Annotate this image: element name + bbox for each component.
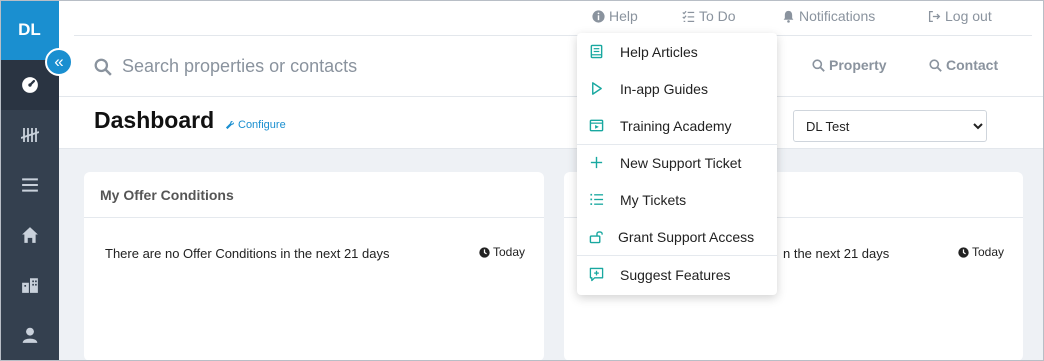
menu-item-label: In-app Guides	[620, 80, 708, 97]
search-icon	[812, 58, 825, 72]
clock-icon	[958, 246, 969, 258]
search-input[interactable]	[122, 52, 522, 80]
top-nav-bar	[74, 0, 1032, 36]
menu-item-label: Help Articles	[620, 43, 698, 60]
sidebar-item-home[interactable]	[0, 210, 59, 260]
search-icon	[94, 58, 112, 76]
offer-conditions-card: My Offer Conditions There are no Offer C…	[84, 172, 544, 361]
menu-item-label: My Tickets	[620, 191, 687, 208]
menu-item-my-tickets[interactable]: My Tickets	[577, 181, 777, 218]
menu-item-label: Grant Support Access	[618, 228, 755, 245]
menu-item-help-articles[interactable]: Help Articles	[577, 33, 777, 70]
sidebar-item-tally[interactable]	[0, 110, 59, 160]
buildings-icon	[21, 278, 38, 293]
plus-icon	[588, 155, 604, 171]
menu-item-training-academy[interactable]: Training Academy	[577, 107, 777, 144]
property-label: Property	[829, 57, 887, 73]
numbered-list-icon	[588, 192, 604, 208]
academy-icon	[588, 118, 604, 134]
property-search-link[interactable]: Property	[812, 57, 887, 73]
tally-icon	[20, 128, 39, 142]
sidebar-collapse-button[interactable]: «	[45, 48, 73, 76]
help-label: Help	[609, 8, 638, 24]
bell-icon	[783, 10, 794, 23]
date-badge: Today	[479, 245, 525, 259]
sidebar-item-buildings[interactable]	[0, 260, 59, 310]
empty-message: There are no Offer Conditions in the nex…	[105, 246, 390, 261]
configure-label: Configure	[238, 119, 286, 131]
menu-item-new-support-ticket[interactable]: New Support Ticket	[577, 144, 777, 181]
menu-item-label: Suggest Features	[620, 266, 731, 283]
help-dropdown-menu: Help Articles In-app Guides Training Aca…	[577, 33, 777, 295]
page-title: Dashboard	[94, 107, 215, 133]
date-badge: Today	[958, 245, 1004, 259]
menu-item-grant-support-access[interactable]: Grant Support Access	[577, 218, 777, 255]
notifications-link[interactable]: Notifications	[782, 8, 875, 24]
help-link[interactable]: Help	[592, 8, 638, 24]
contact-search-link[interactable]: Contact	[929, 57, 998, 73]
play-icon	[588, 81, 604, 97]
wrench-icon	[225, 121, 234, 130]
book-icon	[588, 44, 604, 60]
sign-out-icon	[928, 10, 941, 22]
info-circle-icon	[592, 9, 605, 23]
sidebar-item-user[interactable]	[0, 310, 59, 360]
card-title: My Offer Conditions	[100, 187, 234, 203]
date-label: Today	[493, 245, 526, 259]
todo-label: To Do	[699, 8, 736, 24]
account-select[interactable]: DL Test	[793, 110, 987, 142]
configure-link[interactable]: Configure	[225, 119, 286, 131]
list-icon	[21, 178, 38, 192]
home-icon	[21, 227, 38, 243]
menu-item-label: New Support Ticket	[620, 154, 742, 171]
menu-item-suggest-features[interactable]: Suggest Features	[577, 256, 777, 293]
empty-message: n the next 21 days	[783, 246, 890, 261]
search-bar: Property Contact	[74, 36, 1032, 96]
search-icon	[929, 58, 942, 72]
task-list-icon	[682, 10, 695, 22]
user-icon	[22, 327, 37, 343]
dashboard-header: Dashboard Configure DL Test	[59, 97, 1044, 149]
comment-plus-icon	[588, 267, 604, 283]
menu-item-in-app-guides[interactable]: In-app Guides	[577, 70, 777, 107]
unlock-icon	[588, 229, 604, 245]
logout-link[interactable]: Log out	[928, 8, 992, 24]
contact-label: Contact	[946, 57, 999, 73]
sidebar-item-list[interactable]	[0, 160, 59, 210]
card-divider	[84, 217, 544, 218]
logout-label: Log out	[945, 8, 992, 24]
date-label: Today	[972, 245, 1005, 259]
dashboard-gauge-icon	[21, 77, 38, 93]
menu-item-label: Training Academy	[620, 117, 732, 134]
notifications-label: Notifications	[799, 8, 876, 24]
clock-icon	[479, 246, 490, 258]
todo-link[interactable]: To Do	[682, 8, 736, 24]
